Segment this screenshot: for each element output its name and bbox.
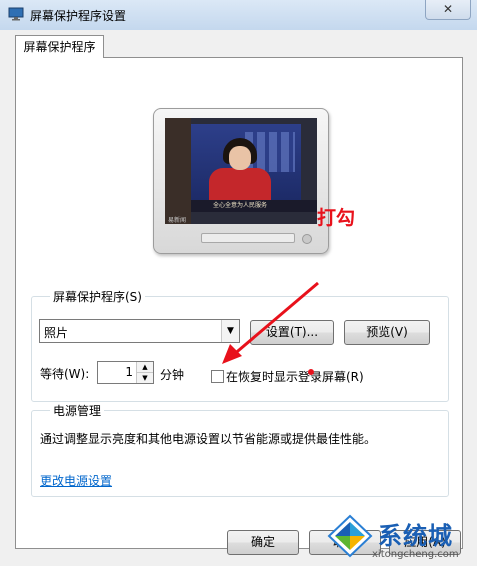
watermark-logo-icon [327, 514, 373, 558]
annotation-arrow [222, 281, 319, 364]
watermark-brand: 系统城 [378, 522, 453, 550]
watermark-url: xitongcheng.com [372, 549, 459, 560]
annotation-label: 打勾 [317, 207, 356, 229]
